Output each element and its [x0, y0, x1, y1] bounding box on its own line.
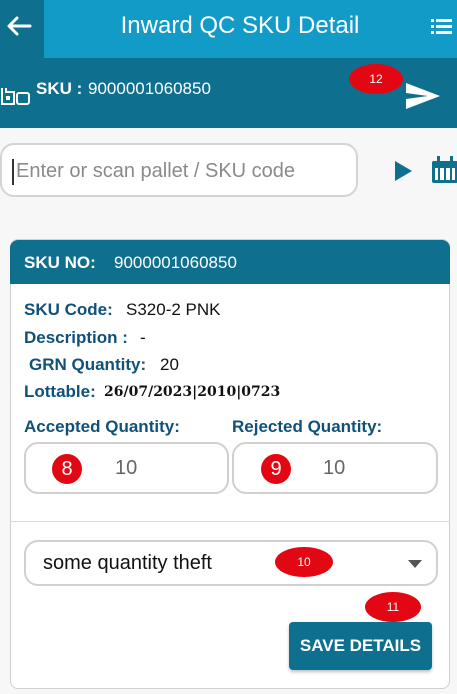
text-cursor — [12, 159, 14, 185]
annotation-badge-8: 8 — [52, 454, 82, 484]
description-label: Description : — [24, 328, 128, 347]
sku-label: SKU : — [36, 79, 83, 98]
page-title: Inward QC SKU Detail — [120, 12, 360, 39]
annotation-badge-9: 9 — [261, 454, 291, 484]
pallet-sku-search-input[interactable]: Enter or scan pallet / SKU code — [0, 143, 358, 197]
lottable-label: Lottable: — [24, 382, 96, 401]
back-button[interactable] — [0, 0, 44, 58]
send-icon[interactable] — [404, 81, 442, 111]
sku-code-value: S320-2 PNK — [126, 300, 221, 319]
sku-value: 9000001060850 — [88, 79, 211, 98]
description-value: - — [140, 328, 146, 347]
save-details-button[interactable]: SAVE DETAILS — [289, 622, 432, 670]
lottable-value: 26/07/2023|2010|0723 — [104, 384, 281, 400]
search-placeholder: Enter or scan pallet / SKU code — [16, 160, 296, 182]
back-arrow-icon — [7, 16, 32, 36]
sku-no-label: SKU NO: — [24, 253, 96, 272]
rejection-reason-value: some quantity theft — [43, 552, 212, 574]
rejected-quantity-value: 10 — [323, 457, 346, 479]
rejected-quantity-label: Rejected Quantity: — [232, 417, 383, 436]
dropdown-arrow-icon — [408, 560, 422, 568]
grn-quantity-value: 20 — [160, 355, 179, 374]
calendar-icon[interactable] — [430, 154, 457, 184]
play-icon[interactable] — [393, 160, 413, 182]
barcode-device-icon — [1, 88, 30, 105]
card-divider — [10, 521, 450, 522]
sku-no-value: 9000001060850 — [114, 253, 237, 272]
menu-list-icon[interactable] — [428, 14, 454, 40]
sku-code-label: SKU Code: — [24, 300, 113, 319]
grn-quantity-label: GRN Quantity: — [29, 355, 147, 374]
annotation-badge-10: 10 — [275, 547, 333, 577]
annotation-badge-11: 11 — [365, 592, 421, 622]
annotation-badge-12: 12 — [349, 64, 403, 94]
accepted-quantity-label: Accepted Quantity: — [24, 417, 180, 436]
accepted-quantity-value: 10 — [115, 457, 138, 479]
